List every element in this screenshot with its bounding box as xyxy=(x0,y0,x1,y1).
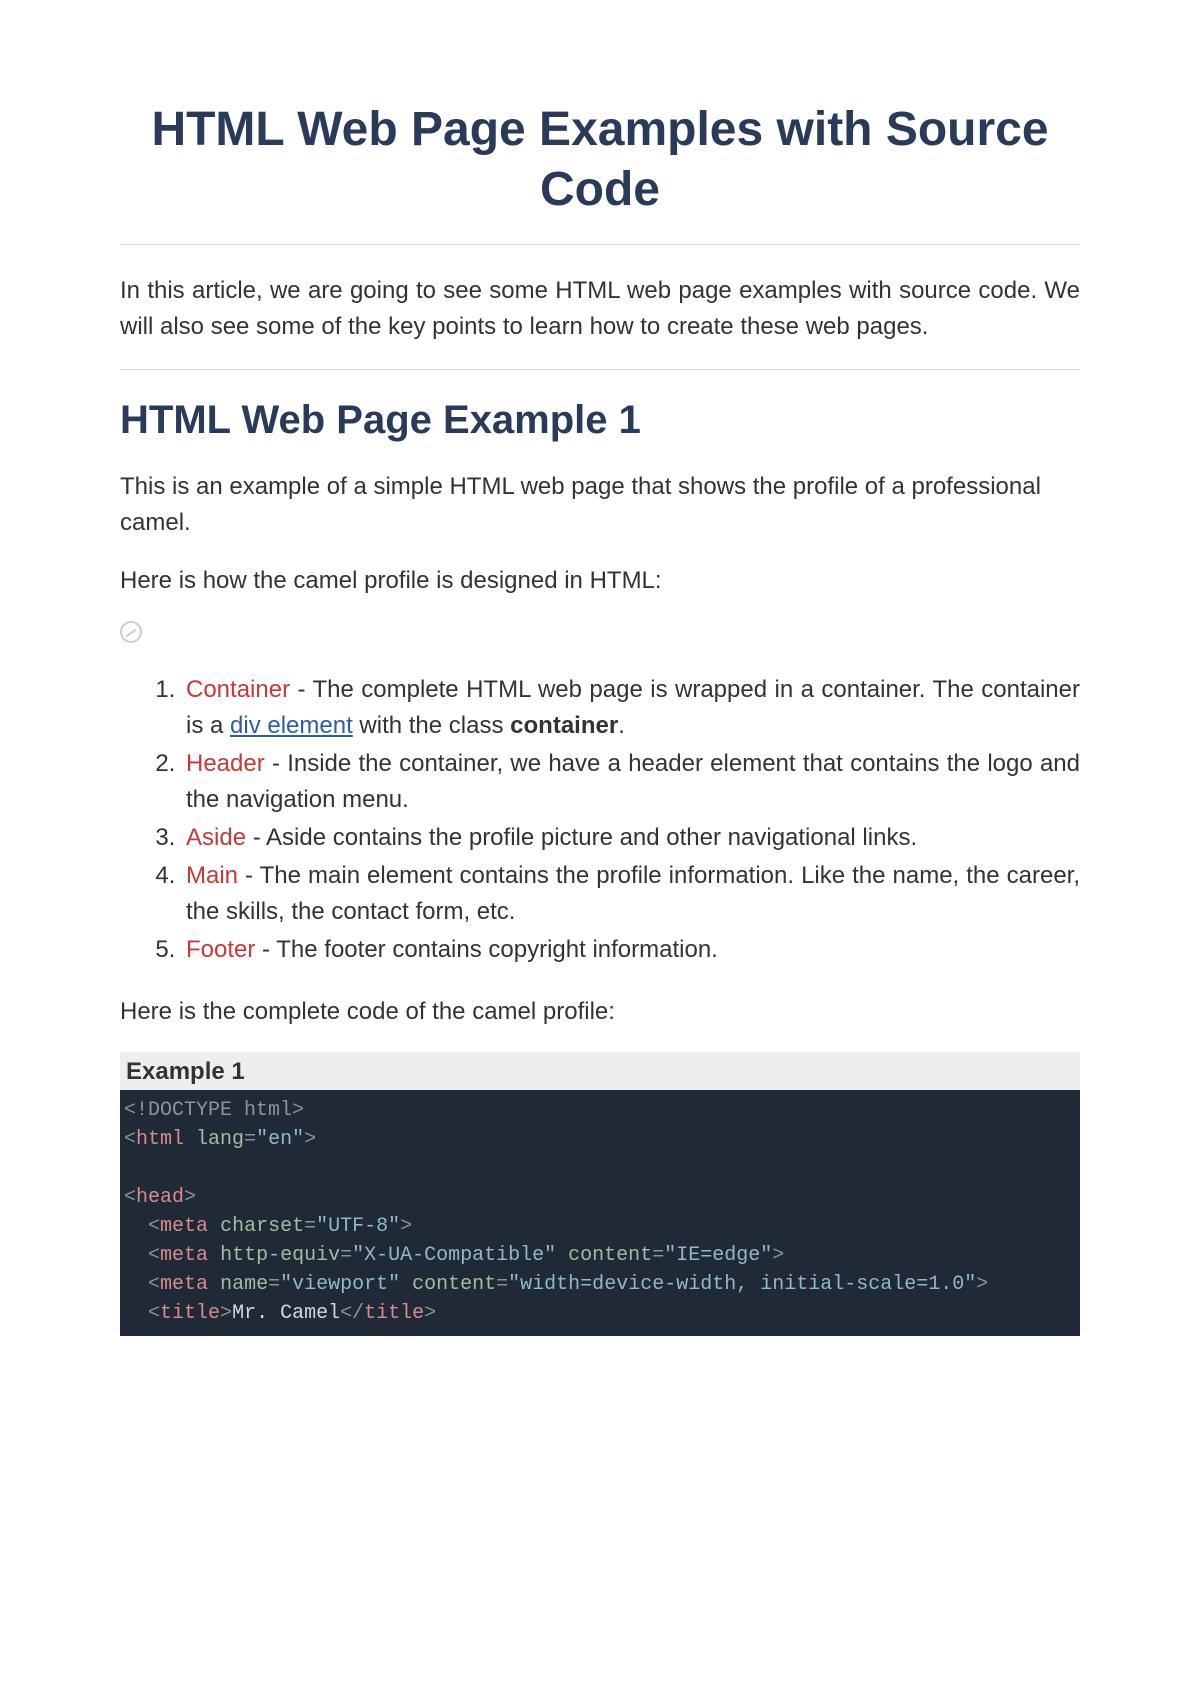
code-text: Mr. Camel xyxy=(232,1302,340,1325)
code-token: <! xyxy=(124,1099,148,1122)
definition-list: Container - The complete HTML web page i… xyxy=(182,672,1080,968)
list-item: Aside - Aside contains the profile pictu… xyxy=(182,820,1080,856)
code-tag: html xyxy=(136,1128,184,1151)
code-tag: title xyxy=(364,1302,424,1325)
bold-text: container xyxy=(510,712,618,739)
code-tag: head xyxy=(136,1186,184,1209)
code-value: "X-UA-Compatible" xyxy=(352,1244,556,1267)
code-tag: meta xyxy=(160,1215,208,1238)
list-text: - Inside the container, we have a header… xyxy=(186,750,1080,813)
code-tag: meta xyxy=(160,1273,208,1296)
code-attr: content xyxy=(412,1273,496,1296)
code-token: DOCTYPE html xyxy=(148,1099,292,1122)
code-attr: http-equiv xyxy=(220,1244,340,1267)
code-attr: content xyxy=(568,1244,652,1267)
body-paragraph: Here is the complete code of the camel p… xyxy=(120,994,1080,1030)
code-value: "viewport" xyxy=(280,1273,400,1296)
list-item: Main - The main element contains the pro… xyxy=(182,858,1080,930)
code-value: "width=device-width, initial-scale=1.0" xyxy=(508,1273,976,1296)
term-footer: Footer xyxy=(186,936,255,963)
list-text: with the class xyxy=(353,712,510,739)
example-label: Example 1 xyxy=(120,1052,1080,1090)
code-attr: lang xyxy=(196,1128,244,1151)
code-block: <!DOCTYPE html> <html lang="en"> <head> … xyxy=(120,1090,1080,1336)
body-paragraph: This is an example of a simple HTML web … xyxy=(120,469,1080,541)
section-heading: HTML Web Page Example 1 xyxy=(120,398,1080,443)
divider xyxy=(120,244,1080,245)
placeholder-icon xyxy=(120,621,142,643)
list-text: . xyxy=(618,712,625,739)
intro-paragraph: In this article, we are going to see som… xyxy=(120,273,1080,345)
list-item: Footer - The footer contains copyright i… xyxy=(182,932,1080,968)
list-text: - The footer contains copyright informat… xyxy=(255,936,717,963)
list-item: Container - The complete HTML web page i… xyxy=(182,672,1080,744)
code-tag: meta xyxy=(160,1244,208,1267)
term-container: Container xyxy=(186,676,290,703)
list-text: - The main element contains the profile … xyxy=(186,862,1080,925)
page-title: HTML Web Page Examples with Source Code xyxy=(120,100,1080,220)
term-aside: Aside xyxy=(186,824,246,851)
code-attr: name xyxy=(220,1273,268,1296)
code-attr: charset xyxy=(220,1215,304,1238)
code-value: "IE=edge" xyxy=(664,1244,772,1267)
term-main: Main xyxy=(186,862,238,889)
code-value: "UTF-8" xyxy=(316,1215,400,1238)
div-element-link[interactable]: div element xyxy=(230,712,353,739)
body-paragraph: Here is how the camel profile is designe… xyxy=(120,563,1080,599)
list-item: Header - Inside the container, we have a… xyxy=(182,746,1080,818)
code-tag: title xyxy=(160,1302,220,1325)
list-text: - Aside contains the profile picture and… xyxy=(246,824,917,851)
code-value: "en" xyxy=(256,1128,304,1151)
divider xyxy=(120,369,1080,370)
term-header: Header xyxy=(186,750,265,777)
placeholder-icon-row xyxy=(120,621,1080,648)
